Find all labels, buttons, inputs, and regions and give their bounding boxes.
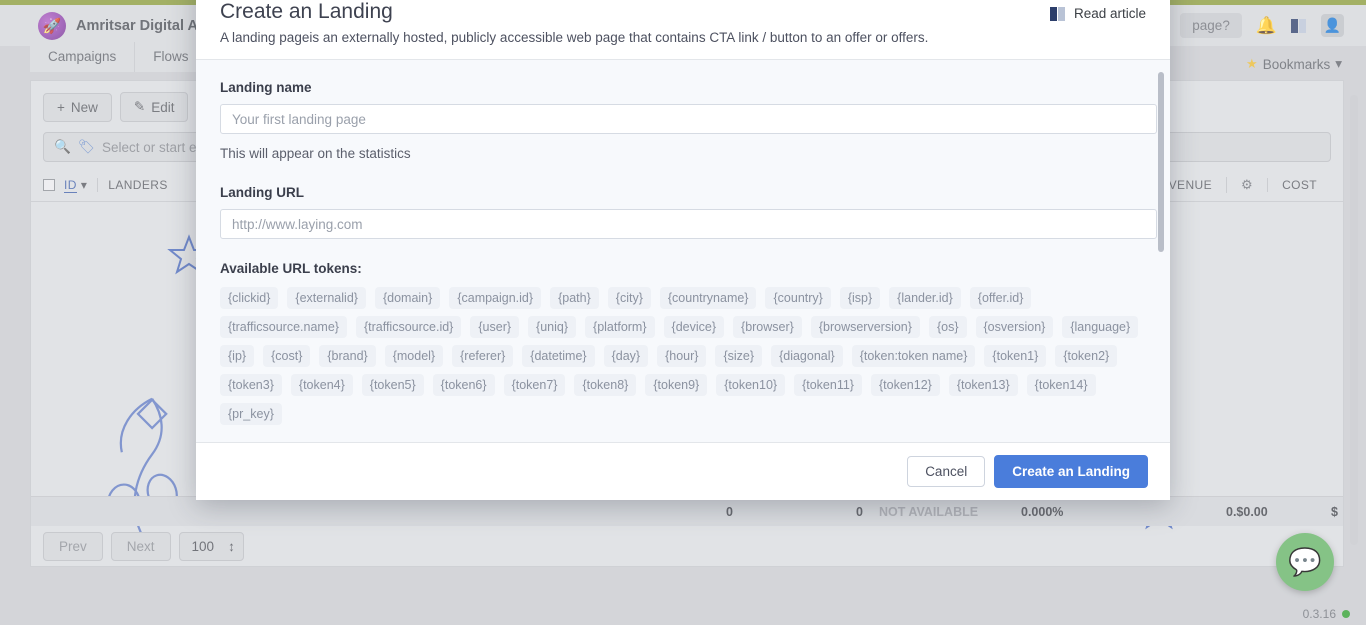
url-token[interactable]: {token3} (220, 374, 282, 396)
url-token[interactable]: {ip} (220, 345, 255, 367)
url-token[interactable]: {token11} (794, 374, 862, 396)
url-token[interactable]: {offer.id} (969, 287, 1032, 309)
landing-name-label: Landing name (220, 80, 312, 95)
modal-title: Create an Landing (220, 0, 393, 23)
url-token[interactable]: {user} (470, 316, 520, 338)
landing-name-placeholder: Your first landing page (232, 111, 366, 127)
url-token[interactable]: {token8} (574, 374, 637, 396)
url-token[interactable]: {referer} (452, 345, 514, 367)
url-token[interactable]: {cost} (263, 345, 311, 367)
url-token[interactable]: {token7} (503, 374, 566, 396)
create-landing-button[interactable]: Create an Landing (994, 455, 1148, 488)
url-token[interactable]: {trafficsource.name} (220, 316, 347, 338)
url-token[interactable]: {isp} (839, 287, 881, 309)
url-token[interactable]: {hour} (657, 345, 707, 367)
url-token[interactable]: {token12} (870, 374, 940, 396)
url-tokens-list: {clickid} {externalid} {domain} {campaign.i… (220, 287, 1160, 425)
read-article-link[interactable]: Read article (1049, 6, 1146, 21)
tokens-title: Available URL tokens: (220, 261, 362, 276)
url-token[interactable]: {browser} (733, 316, 802, 338)
url-token[interactable]: {token9} (645, 374, 708, 396)
url-token[interactable]: {token4} (290, 374, 353, 396)
url-token[interactable]: {datetime} (522, 345, 595, 367)
url-token[interactable]: {token:token name} (851, 345, 976, 367)
url-token[interactable]: {trafficsource.id} (355, 316, 462, 338)
url-token[interactable]: {platform} (585, 316, 655, 338)
modal-subtitle: A landing pageis an externally hosted, p… (220, 30, 929, 45)
url-token[interactable]: {city} (607, 287, 651, 309)
url-token[interactable]: {token5} (361, 374, 424, 396)
url-token[interactable]: {size} (715, 345, 763, 367)
url-token[interactable]: {token13} (948, 374, 1018, 396)
url-token[interactable]: {countryname} (659, 287, 757, 309)
url-token[interactable]: {externalid} (287, 287, 366, 309)
modal-header: Create an Landing A landing pageis an ex… (196, 0, 1170, 60)
url-token[interactable]: {diagonal} (771, 345, 843, 367)
url-token[interactable]: {os} (928, 316, 967, 338)
modal-scrollbar[interactable] (1158, 72, 1164, 252)
create-landing-modal: Create an Landing A landing pageis an ex… (196, 0, 1170, 500)
url-token[interactable]: {token2} (1055, 345, 1118, 367)
url-token[interactable]: {token1} (984, 345, 1047, 367)
url-token[interactable]: {browserversion} (810, 316, 920, 338)
read-article-label: Read article (1073, 6, 1146, 21)
landing-url-input[interactable]: http://www.laying.com (220, 209, 1157, 239)
url-token[interactable]: {pr_key} (220, 403, 282, 425)
url-token[interactable]: {lander.id} (889, 287, 961, 309)
url-token[interactable]: {country} (765, 287, 831, 309)
url-token[interactable]: {model} (384, 345, 444, 367)
url-token[interactable]: {clickid} (220, 287, 279, 309)
url-token[interactable]: {brand} (319, 345, 376, 367)
landing-url-placeholder: http://www.laying.com (232, 216, 363, 232)
book-icon (1049, 6, 1066, 21)
modal-footer: Cancel Create an Landing (196, 442, 1170, 500)
url-token[interactable]: {domain} (374, 287, 441, 309)
url-token[interactable]: {uniq} (528, 316, 577, 338)
url-token[interactable]: {osversion} (975, 316, 1054, 338)
url-token[interactable]: {token10} (716, 374, 786, 396)
url-token[interactable]: {token6} (432, 374, 495, 396)
cancel-button[interactable]: Cancel (907, 456, 986, 487)
url-token[interactable]: {language} (1062, 316, 1139, 338)
landing-name-input[interactable]: Your first landing page (220, 104, 1157, 134)
url-token[interactable]: {token14} (1026, 374, 1096, 396)
url-token[interactable]: {day} (603, 345, 649, 367)
url-token[interactable]: {campaign.id} (449, 287, 542, 309)
landing-name-hint: This will appear on the statistics (220, 146, 411, 161)
url-token[interactable]: {device} (663, 316, 725, 338)
modal-body[interactable]: Landing name Your first landing page Thi… (196, 60, 1170, 442)
landing-url-label: Landing URL (220, 185, 304, 200)
url-token[interactable]: {path} (550, 287, 599, 309)
